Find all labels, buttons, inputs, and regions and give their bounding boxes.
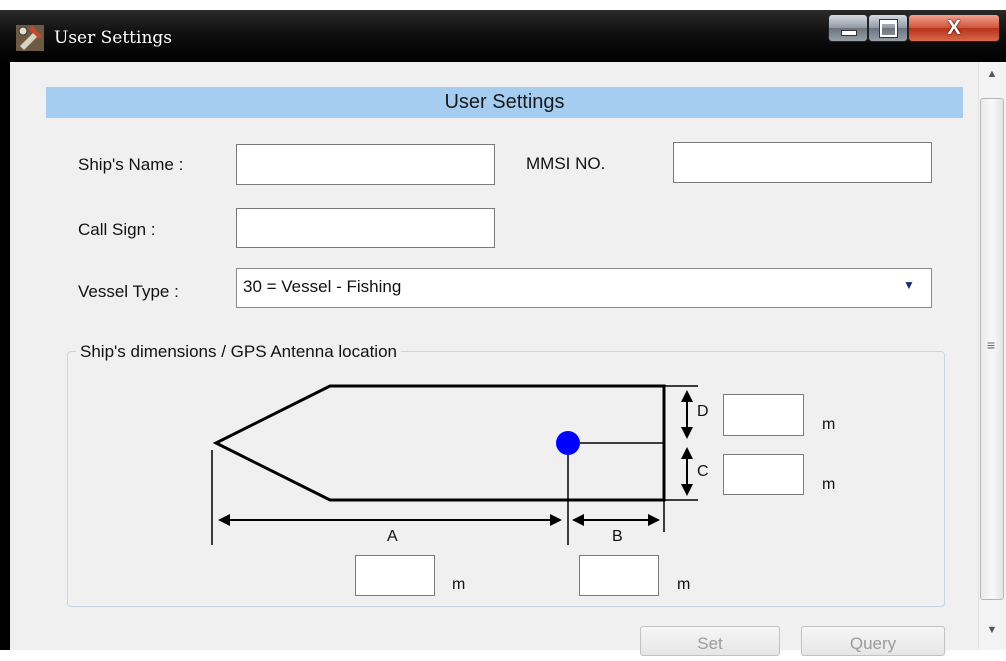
dimension-a-input[interactable] — [355, 555, 435, 596]
dimension-b-input[interactable] — [579, 555, 659, 596]
dimension-c-input[interactable] — [723, 454, 804, 495]
dimension-b-label: B — [612, 528, 623, 545]
dimension-c-unit: m — [822, 476, 836, 493]
query-button[interactable]: Query — [801, 626, 945, 656]
set-button[interactable]: Set — [640, 626, 780, 656]
gps-antenna-dot — [556, 431, 580, 455]
ship-diagram — [211, 384, 698, 545]
dimension-c-label: C — [697, 463, 709, 480]
dimension-d-label: D — [697, 403, 709, 420]
dimension-d-input[interactable] — [723, 394, 804, 436]
dimension-d-unit: m — [822, 416, 836, 433]
dimension-a-unit: m — [452, 576, 466, 593]
dimension-b-unit: m — [677, 576, 691, 593]
dimension-a-label: A — [387, 528, 398, 545]
